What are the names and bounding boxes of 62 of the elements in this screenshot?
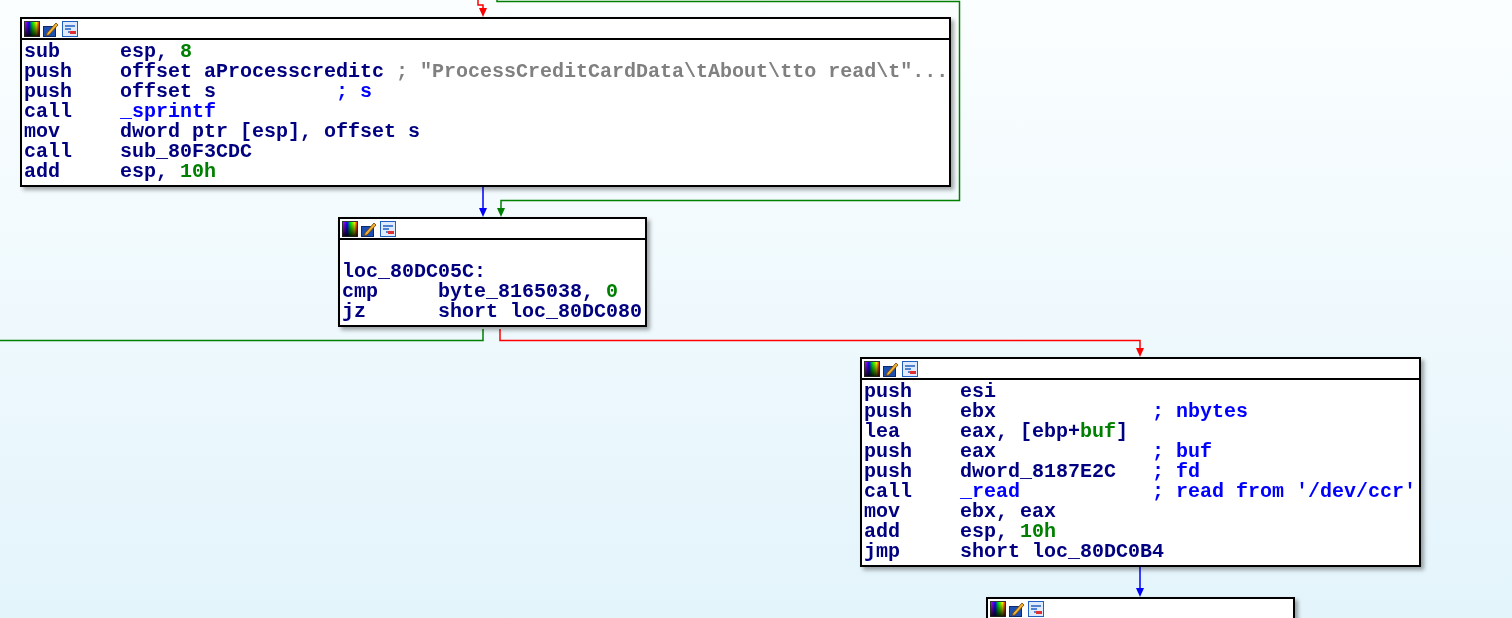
instruction-operand: esp, 10h (120, 162, 218, 182)
code-comment: ; nbytes (1152, 402, 1249, 422)
instruction-operand: _read (960, 482, 1022, 502)
instruction-mnemonic: mov (24, 122, 60, 142)
graph-icon[interactable] (380, 220, 396, 237)
instruction-operand: dword ptr [esp], offset s (120, 122, 421, 142)
instruction-mnemonic: mov (864, 502, 901, 522)
instruction-mnemonic: jz (342, 302, 366, 322)
color-palette-icon[interactable] (864, 360, 880, 377)
edge-arrow (1136, 565, 1144, 597)
instruction-mnemonic: call (24, 142, 73, 162)
instruction-mnemonic: sub (24, 42, 60, 62)
instruction-mnemonic: push (864, 462, 913, 482)
pencil-icon[interactable] (883, 360, 899, 377)
instruction-mnemonic: push (864, 402, 913, 422)
edge-arrow (479, 185, 487, 217)
instruction-operand: eax (960, 442, 997, 462)
instruction-operand: sub_80F3CDC (120, 142, 253, 162)
instruction-operand: dword_8187E2C (960, 462, 1118, 482)
instruction-mnemonic: push (24, 82, 73, 102)
instruction-operand: esi (960, 382, 998, 402)
instruction-mnemonic: cmp (342, 282, 379, 302)
instruction-operand: ebx, eax (960, 502, 1058, 522)
instruction-mnemonic: add (24, 162, 61, 182)
code-block[interactable] (986, 597, 1295, 618)
code-comment: ; fd (1152, 462, 1201, 482)
code-block[interactable]: sub esp, 8 push offset aProcesscreditc ; "ProcessCreditCardData\tAbout\tto read\t"... push offset s ; s call _sprintf mov dword ptr [esp], offset s call sub_80F3CDC add esp, 10h (20, 17, 951, 187)
instruction-mnemonic: lea (864, 422, 900, 442)
instruction-operand: eax, [ebp+buf] (960, 422, 1130, 442)
instruction-operand: _sprintf (120, 102, 218, 122)
instruction-operand: offset aProcesscreditc (120, 62, 385, 82)
instruction-mnemonic: push (864, 442, 913, 462)
code-block[interactable]: push esi push ebx ; nbytes lea eax, [ebp+buf] push eax ; buf push dword_8187E2C ; fd call _read ; read from '/dev/ccr' mov ebx, eax add esp, 10h jmp short loc_80DC0B4 (860, 357, 1421, 567)
instruction-operand: short loc_80DC0B4 (960, 542, 1165, 562)
instruction-mnemonic: call (24, 102, 73, 122)
instruction-operand: offset s (120, 82, 218, 102)
pencil-icon[interactable] (43, 20, 59, 37)
instruction-operand: byte_8165038, 0 (438, 282, 619, 302)
pencil-icon[interactable] (1009, 600, 1025, 617)
code-comment: ; buf (1152, 442, 1213, 462)
instruction-operand: short loc_80DC080 (438, 302, 643, 322)
graph-icon[interactable] (902, 360, 918, 377)
code-block[interactable]: loc_80DC05C: cmp byte_8165038, 0 jz short loc_80DC080 (338, 217, 647, 327)
code-comment: ; read from '/dev/ccr' (1152, 482, 1417, 502)
code-comment: ; s (336, 82, 373, 102)
instruction-mnemonic: jmp (864, 542, 901, 562)
instruction-mnemonic: call (864, 482, 913, 502)
code-comment: ; "ProcessCreditCardData\tAbout\tto read\t"... (396, 62, 949, 82)
color-palette-icon[interactable] (24, 20, 40, 37)
instruction-operand: esp, 8 (120, 42, 194, 62)
instruction-mnemonic: push (864, 382, 913, 402)
instruction-mnemonic: add (864, 522, 901, 542)
color-palette-icon[interactable] (990, 600, 1006, 617)
graph-icon[interactable] (62, 20, 78, 37)
graph-icon[interactable] (1028, 600, 1044, 617)
instruction-operand: ebx (960, 402, 998, 422)
pencil-icon[interactable] (361, 220, 377, 237)
instruction-mnemonic: push (24, 62, 73, 82)
color-palette-icon[interactable] (342, 220, 358, 237)
edge-arrow (477, 0, 487, 17)
instruction-operand: esp, 10h (960, 522, 1057, 542)
code-label: loc_80DC05C: (342, 262, 487, 282)
